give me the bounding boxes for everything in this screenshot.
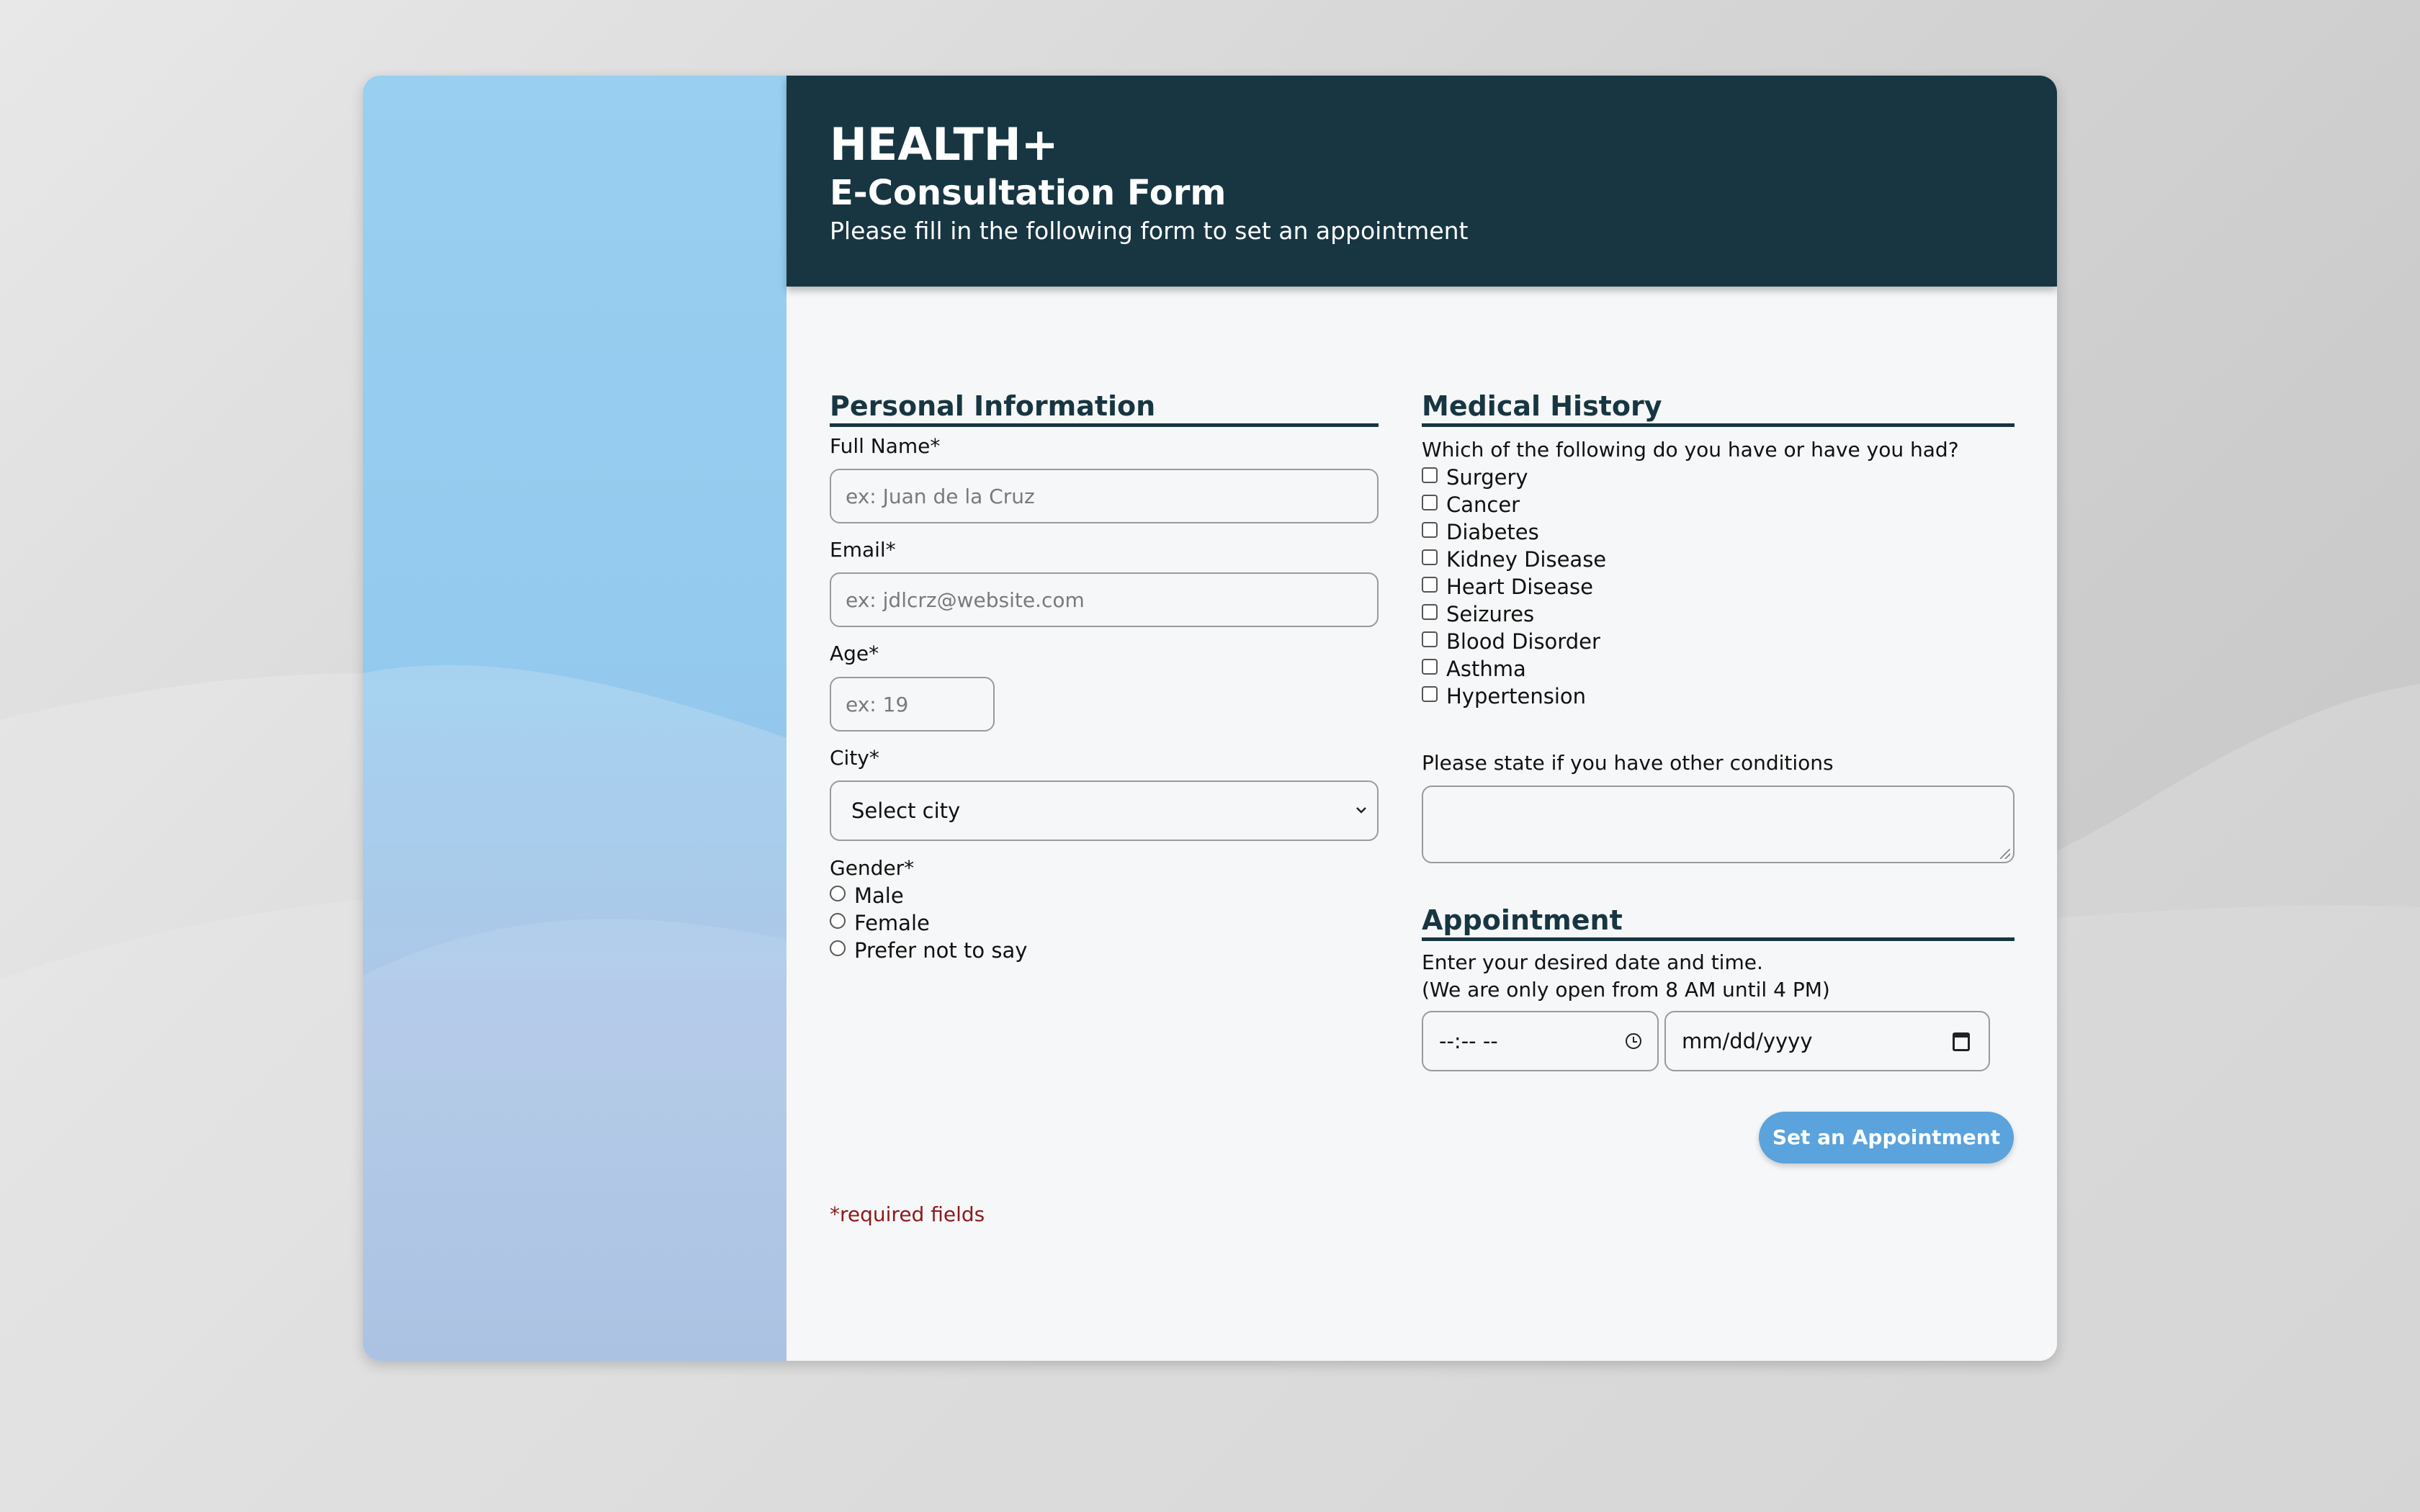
condition-blood-disorder[interactable]: Blood Disorder: [1422, 628, 1606, 655]
condition-label: Asthma: [1446, 657, 1526, 681]
gender-radio-group: Male Female Prefer not to say: [830, 882, 1027, 964]
form-main: HEALTH+ E-Consultation Form Please fill …: [786, 76, 2057, 1361]
condition-heart-disease[interactable]: Heart Disease: [1422, 573, 1606, 600]
condition-label: Diabetes: [1446, 520, 1539, 544]
condition-label: Surgery: [1446, 465, 1528, 490]
condition-label: Cancer: [1446, 492, 1520, 517]
gender-option-label: Male: [854, 883, 904, 908]
full-name-label: Full Name*: [830, 434, 941, 458]
checkbox[interactable]: [1422, 686, 1438, 702]
gender-option-female[interactable]: Female: [830, 909, 1027, 937]
condition-label: Kidney Disease: [1446, 547, 1607, 572]
checkbox[interactable]: [1422, 467, 1438, 483]
condition-diabetes[interactable]: Diabetes: [1422, 518, 1606, 546]
calendar-icon[interactable]: [1953, 1032, 1970, 1051]
gender-option-label: Prefer not to say: [854, 938, 1028, 963]
appointment-section: Appointment: [1422, 903, 2015, 941]
section-title-appointment: Appointment: [1422, 903, 2015, 941]
brand-logo-text: HEALTH+: [830, 118, 1059, 171]
gender-label: Gender*: [830, 856, 915, 880]
section-title-personal: Personal Information: [830, 389, 1379, 427]
age-label: Age*: [830, 642, 879, 665]
appointment-hours-note: (We are only open from 8 AM until 4 PM): [1422, 978, 1830, 1002]
condition-surgery[interactable]: Surgery: [1422, 464, 1606, 491]
checkbox[interactable]: [1422, 659, 1438, 675]
condition-label: Heart Disease: [1446, 575, 1593, 599]
other-conditions-label: Please state if you have other condition…: [1422, 751, 1834, 775]
checkbox[interactable]: [1422, 522, 1438, 538]
checkbox[interactable]: [1422, 549, 1438, 565]
radio-button[interactable]: [830, 886, 846, 901]
form-content: Personal Information Full Name* Email* A…: [830, 287, 2015, 1361]
city-select[interactable]: Select city: [830, 780, 1379, 841]
side-decorative-panel: [363, 76, 786, 1361]
time-placeholder: --:-- --: [1439, 1029, 1498, 1053]
email-label: Email*: [830, 538, 896, 562]
gender-option-label: Female: [854, 911, 930, 935]
chevron-down-icon: [1353, 782, 1370, 863]
appointment-instruction: Enter your desired date and time.: [1422, 950, 1763, 974]
conditions-checklist: Surgery Cancer Diabetes Kidney Disease H…: [1422, 464, 1606, 710]
required-fields-note: *required fields: [830, 1202, 985, 1226]
condition-kidney-disease[interactable]: Kidney Disease: [1422, 546, 1606, 573]
checkbox[interactable]: [1422, 577, 1438, 593]
resize-grip-icon[interactable]: [2000, 849, 2010, 859]
age-input[interactable]: [830, 677, 995, 732]
radio-button[interactable]: [830, 913, 846, 929]
city-label: City*: [830, 746, 879, 770]
condition-label: Blood Disorder: [1446, 629, 1600, 654]
condition-label: Seizures: [1446, 602, 1535, 626]
page-title: E-Consultation Form: [830, 173, 1227, 213]
set-appointment-button[interactable]: Set an Appointment: [1759, 1112, 2014, 1164]
condition-label: Hypertension: [1446, 684, 1587, 708]
checkbox[interactable]: [1422, 495, 1438, 510]
checkbox[interactable]: [1422, 631, 1438, 647]
medical-question: Which of the following do you have or ha…: [1422, 438, 1959, 462]
condition-cancer[interactable]: Cancer: [1422, 491, 1606, 518]
city-select-value: Select city: [851, 798, 961, 823]
condition-hypertension[interactable]: Hypertension: [1422, 683, 1606, 710]
form-header: HEALTH+ E-Consultation Form Please fill …: [786, 76, 2057, 287]
condition-asthma[interactable]: Asthma: [1422, 655, 1606, 683]
appointment-inputs: --:-- -- mm/dd/yyyy: [1422, 1011, 2015, 1071]
form-card: HEALTH+ E-Consultation Form Please fill …: [363, 76, 2057, 1361]
email-input[interactable]: [830, 572, 1379, 627]
time-input[interactable]: --:-- --: [1422, 1011, 1659, 1071]
other-conditions-textarea[interactable]: [1422, 786, 2015, 863]
checkbox[interactable]: [1422, 604, 1438, 620]
condition-seizures[interactable]: Seizures: [1422, 600, 1606, 628]
section-title-medical: Medical History: [1422, 389, 2015, 427]
full-name-input[interactable]: [830, 469, 1379, 523]
date-placeholder: mm/dd/yyyy: [1682, 1029, 1813, 1053]
gender-option-male[interactable]: Male: [830, 882, 1027, 909]
clock-icon[interactable]: [1626, 1033, 1641, 1049]
radio-button[interactable]: [830, 940, 846, 956]
date-input[interactable]: mm/dd/yyyy: [1664, 1011, 1990, 1071]
gender-option-prefer-not[interactable]: Prefer not to say: [830, 937, 1027, 964]
page-subtitle: Please fill in the following form to set…: [830, 217, 1469, 245]
